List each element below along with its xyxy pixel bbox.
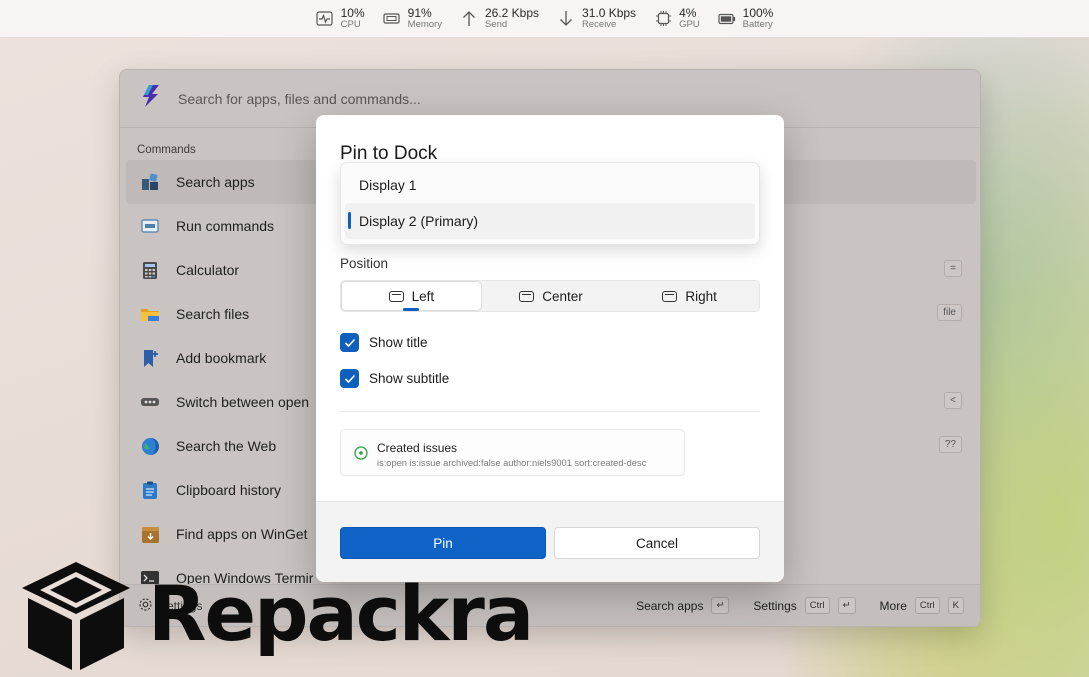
calculator-icon xyxy=(140,260,160,280)
position-center-button[interactable]: Center xyxy=(482,281,621,311)
enter-key-icon: ↵ xyxy=(837,597,856,614)
gpu-value: 4% xyxy=(679,6,697,21)
position-option-label: Center xyxy=(542,288,583,304)
commands-section-label: Commands xyxy=(137,144,196,156)
apps-grid-icon xyxy=(140,172,160,192)
run-window-icon xyxy=(140,216,160,236)
footer-action-settings[interactable]: Settings xyxy=(753,599,796,613)
display-option-2[interactable]: Display 2 (Primary) xyxy=(345,203,755,239)
receive-label: Receive xyxy=(582,18,617,30)
receive-stat: 31.0 Kbps Receive xyxy=(557,7,636,30)
dialog-divider xyxy=(340,411,760,412)
display-dropdown-list: Display 1 Display 2 (Primary) xyxy=(340,162,760,245)
command-label: Find apps on WinGet xyxy=(176,526,308,542)
repackra-watermark: Repackra xyxy=(20,554,534,674)
package-icon xyxy=(140,524,160,544)
box-logo-icon xyxy=(22,562,130,670)
folder-icon xyxy=(140,304,160,324)
checkmark-icon xyxy=(340,333,359,352)
position-left-button[interactable]: Left xyxy=(341,281,482,311)
shortcut-badge: file xyxy=(937,304,962,321)
cancel-button[interactable]: Cancel xyxy=(554,527,760,559)
shortcut-badge: < xyxy=(944,392,962,409)
footer-action-more[interactable]: More xyxy=(880,599,907,613)
command-label: Clipboard history xyxy=(176,482,282,498)
cpu-stat: 10% CPU xyxy=(316,7,365,30)
battery-stat: 100% Battery xyxy=(718,6,774,30)
command-label: Add bookmark xyxy=(176,350,267,366)
position-label: Position xyxy=(340,256,389,271)
window-left-icon xyxy=(388,290,404,302)
gpu-stat: 4% GPU xyxy=(654,7,700,30)
ctrl-key: Ctrl xyxy=(804,597,830,614)
checkmark-icon xyxy=(340,369,359,388)
clipboard-icon xyxy=(140,480,160,500)
footer-actions: Search apps ↵ Settings Ctrl ↵ More Ctrl … xyxy=(636,597,964,614)
position-option-label: Right xyxy=(685,288,717,304)
send-stat: 26.2 Kbps Send xyxy=(460,7,539,30)
position-option-label: Left xyxy=(411,288,435,304)
command-label: Search apps xyxy=(176,174,255,190)
position-right-button[interactable]: Right xyxy=(620,281,759,311)
bookmark-add-icon xyxy=(140,348,160,368)
dock-item-preview: Created issues is:open is:issue archived… xyxy=(340,429,685,476)
gpu-chip-icon xyxy=(654,10,672,28)
command-label: Search the Web xyxy=(176,438,277,454)
position-selector: Left Center Right xyxy=(340,280,760,312)
window-right-icon xyxy=(662,290,678,302)
window-center-icon xyxy=(519,290,535,302)
memory-stat: 91% Memory xyxy=(383,7,442,30)
memory-icon xyxy=(383,10,401,28)
display-option-1[interactable]: Display 1 xyxy=(345,167,755,203)
command-label: Switch between open xyxy=(176,394,310,410)
issue-open-icon xyxy=(354,446,368,465)
command-label: Search files xyxy=(176,306,250,322)
k-key: K xyxy=(947,597,964,614)
ctrl-key: Ctrl xyxy=(914,597,940,614)
shortcut-badge: ?? xyxy=(938,436,962,453)
preview-subtitle: is:open is:issue archived:false author:n… xyxy=(377,458,647,468)
show-subtitle-checkbox[interactable]: Show subtitle xyxy=(340,369,449,388)
selected-indicator xyxy=(403,308,420,311)
memory-value: 91% xyxy=(407,6,432,21)
palette-search-input[interactable]: Search for apps, files and commands... xyxy=(178,91,421,107)
receive-value: 31.0 Kbps xyxy=(582,6,637,21)
watermark-text: Repackra xyxy=(148,569,534,658)
show-title-label: Show title xyxy=(369,335,428,350)
shortcut-badge: = xyxy=(944,260,962,277)
show-subtitle-label: Show subtitle xyxy=(369,371,450,386)
system-monitor-bar: 10% CPU 91% Memory 26.2 Kbps Send 31.0 Kbps… xyxy=(0,0,1089,38)
battery-label: Battery xyxy=(742,18,773,30)
cpu-pulse-icon xyxy=(316,10,334,28)
memory-label: Memory xyxy=(407,18,442,30)
cpu-label: CPU xyxy=(340,18,361,30)
send-value: 26.2 Kbps xyxy=(484,6,540,21)
battery-icon xyxy=(718,10,736,28)
preview-title: Created issues xyxy=(377,441,458,455)
gpu-label: GPU xyxy=(679,18,700,30)
show-title-checkbox[interactable]: Show title xyxy=(340,333,428,352)
command-label: Run commands xyxy=(176,218,275,234)
cpu-value: 10% xyxy=(340,6,365,21)
command-label: Calculator xyxy=(176,262,240,278)
footer-action-search-apps[interactable]: Search apps xyxy=(636,599,703,613)
globe-icon xyxy=(140,436,160,456)
arrow-up-icon xyxy=(460,10,478,28)
enter-key-icon: ↵ xyxy=(711,597,730,614)
send-label: Send xyxy=(484,18,508,30)
window-switch-icon xyxy=(140,392,160,412)
pin-to-dock-dialog: Pin to Dock Position Left Center Right S… xyxy=(316,115,784,582)
battery-value: 100% xyxy=(742,6,774,21)
app-logo-icon xyxy=(140,84,162,113)
arrow-down-icon xyxy=(557,10,575,28)
